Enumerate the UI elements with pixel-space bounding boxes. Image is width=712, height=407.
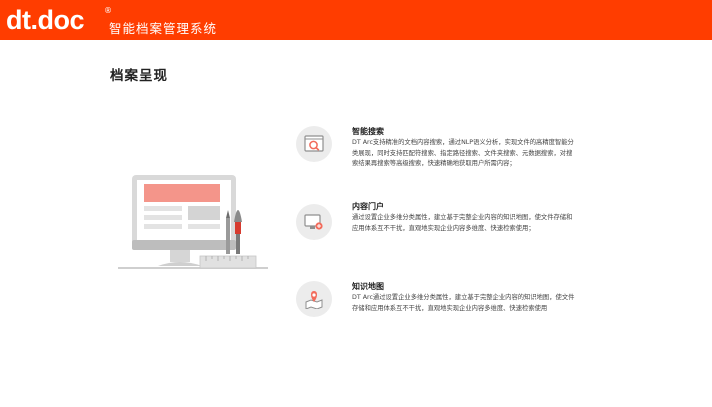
monitor-illustration [118,175,268,269]
feature-title: 智能搜索 [352,127,384,136]
feature-description: DT Arc支持精准的文档内容搜索，通过NLP语义分析，实现文件的高精度智能分类… [352,139,574,167]
feature-description: DT Arc通过设置企业多维分类属性，建立基于完整企业内容的知识地图，使文件存储… [352,294,575,312]
feature-title: 知识地图 [352,282,384,291]
map-pin-icon[interactable] [296,281,332,317]
feature-description: 通过设置企业多维分类属性，建立基于完整企业内容的知识地图，使文件存储和应用体系互… [352,214,573,232]
logo[interactable]: dt.doc [6,4,85,36]
page-title: 档案呈现 [110,68,168,84]
app-subtitle: 智能档案管理系统 [109,21,218,36]
top-header: dt.doc ® 智能档案管理系统 [0,0,712,40]
feature-title: 内容门户 [352,202,384,211]
feature-content-portal: 内容门户 通过设置企业多维分类属性，建立基于完整企业内容的知识地图，使文件存储和… [296,201,586,249]
portal-icon[interactable] [296,204,332,240]
feature-knowledge-map: 知识地图 DT Arc通过设置企业多维分类属性，建立基于完整企业内容的知识地图，… [296,281,586,331]
search-icon[interactable] [296,126,332,162]
feature-smart-search: 智能搜索 DT Arc支持精准的文档内容搜索，通过NLP语义分析，实现文件的高精… [296,126,586,186]
registered-mark: ® [104,6,112,15]
